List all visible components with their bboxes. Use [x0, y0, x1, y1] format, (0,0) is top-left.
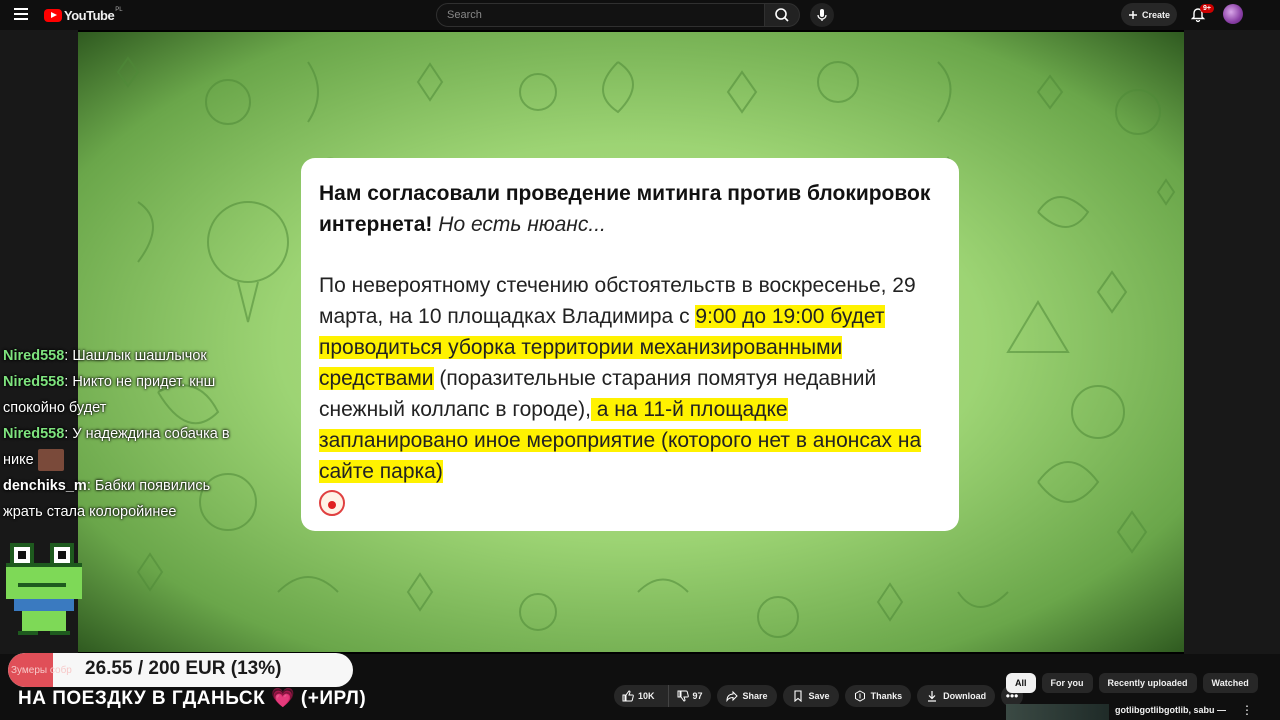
video-player[interactable]: Нам согласовали проведение митинга проти… — [0, 30, 1280, 654]
chat-text: Шашлык шашлычок — [72, 348, 207, 364]
bookmark-icon — [793, 690, 802, 702]
like-dislike-group: 10K 97 — [614, 685, 711, 707]
plus-icon — [1128, 10, 1137, 19]
like-count: 10K — [638, 691, 655, 701]
youtube-play-icon — [44, 9, 62, 22]
video-actions: 10K 97 Share Save Thanks Download ••• — [614, 685, 1024, 707]
chat-nick: denchiks_m — [3, 478, 87, 494]
download-label: Download — [943, 691, 987, 701]
create-button[interactable]: Create — [1121, 3, 1177, 26]
chat-message: Nired558: Никто не придет. кнш спокойно … — [3, 374, 216, 416]
recommendation-title[interactable]: gotlibgotlibgotlib, sabu — — [1115, 705, 1226, 715]
donation-goal-bar: Зумеры собр 26.55 / 200 EUR (13%) — [8, 653, 353, 687]
recommendation-filter-chips: All For you Recently uploaded Watched — [1006, 673, 1258, 693]
donation-ghost-text: Зумеры собр — [11, 665, 72, 676]
search-box — [436, 3, 766, 27]
recommendation-thumbnail[interactable] — [1006, 704, 1109, 720]
chip-for-you[interactable]: For you — [1041, 673, 1093, 693]
notification-badge: 9+ — [1200, 4, 1214, 13]
share-label: Share — [742, 691, 768, 701]
search-icon — [775, 8, 789, 22]
post-card: Нам согласовали проведение митинга проти… — [301, 158, 959, 531]
super-thanks-icon — [854, 690, 865, 702]
thanks-label: Thanks — [870, 691, 903, 701]
clown-emoji-icon — [319, 490, 345, 517]
youtube-logo[interactable]: YouTube PL — [44, 6, 123, 23]
thumbs-up-icon — [622, 690, 634, 702]
chat-message: Nired558: У надеждина собачка в нике — [3, 421, 253, 473]
post-body: По невероятному стечению обстоятельств в… — [319, 270, 941, 518]
search-button[interactable] — [764, 3, 800, 27]
save-button[interactable]: Save — [782, 685, 839, 707]
download-icon — [928, 691, 937, 702]
share-icon — [726, 690, 738, 702]
save-label: Save — [808, 691, 830, 701]
chat-nick: Nired558 — [3, 348, 65, 364]
chip-watched[interactable]: Watched — [1202, 673, 1258, 693]
menu-icon[interactable] — [14, 8, 28, 20]
chat-message: denchiks_m: Бабки появились жрать стала … — [3, 478, 211, 520]
account-avatar[interactable] — [1223, 4, 1243, 24]
logo-text: YouTube — [64, 8, 115, 23]
microphone-icon — [817, 9, 827, 21]
like-button[interactable]: 10K — [614, 685, 663, 707]
chip-recently-uploaded[interactable]: Recently uploaded — [1098, 673, 1197, 693]
chat-message: Nired558: Шашлык шашлычок — [3, 348, 207, 364]
dislike-button[interactable]: 97 — [667, 685, 711, 707]
emote-icon — [37, 449, 64, 472]
post-title: Нам согласовали проведение митинга проти… — [319, 178, 941, 240]
chip-all[interactable]: All — [1006, 673, 1036, 693]
video-letterbox-right — [1184, 30, 1280, 654]
thanks-button[interactable]: Thanks — [844, 685, 912, 707]
post-title-italic: Но есть нюанс... — [438, 213, 606, 236]
thumbs-down-icon — [677, 690, 689, 702]
search-input[interactable] — [437, 4, 765, 26]
voice-search-button[interactable] — [810, 3, 834, 27]
create-label: Create — [1141, 9, 1170, 20]
country-code: PL — [115, 6, 123, 13]
chat-nick: Nired558 — [3, 374, 65, 390]
stream-tagline: НА ПОЕЗДКУ В ГДАНЬСК 💗 (+ИРЛ) — [18, 688, 367, 709]
download-button[interactable]: Download — [917, 685, 996, 707]
top-bar: YouTube PL Create 9+ — [0, 0, 1280, 30]
dislike-count: 97 — [692, 691, 703, 701]
frog-mascot-icon — [6, 543, 82, 635]
share-button[interactable]: Share — [716, 685, 777, 707]
stream-chat-overlay: Nired558: Шашлык шашлычок Nired558: Никт… — [3, 343, 253, 525]
post-title-bold: Нам согласовали проведение митинга проти… — [319, 182, 931, 236]
donation-amount: 26.55 / 200 EUR (13%) — [85, 658, 282, 679]
recommendation-more-icon[interactable]: ⋮ — [1241, 703, 1253, 717]
chat-nick: Nired558 — [3, 426, 65, 442]
